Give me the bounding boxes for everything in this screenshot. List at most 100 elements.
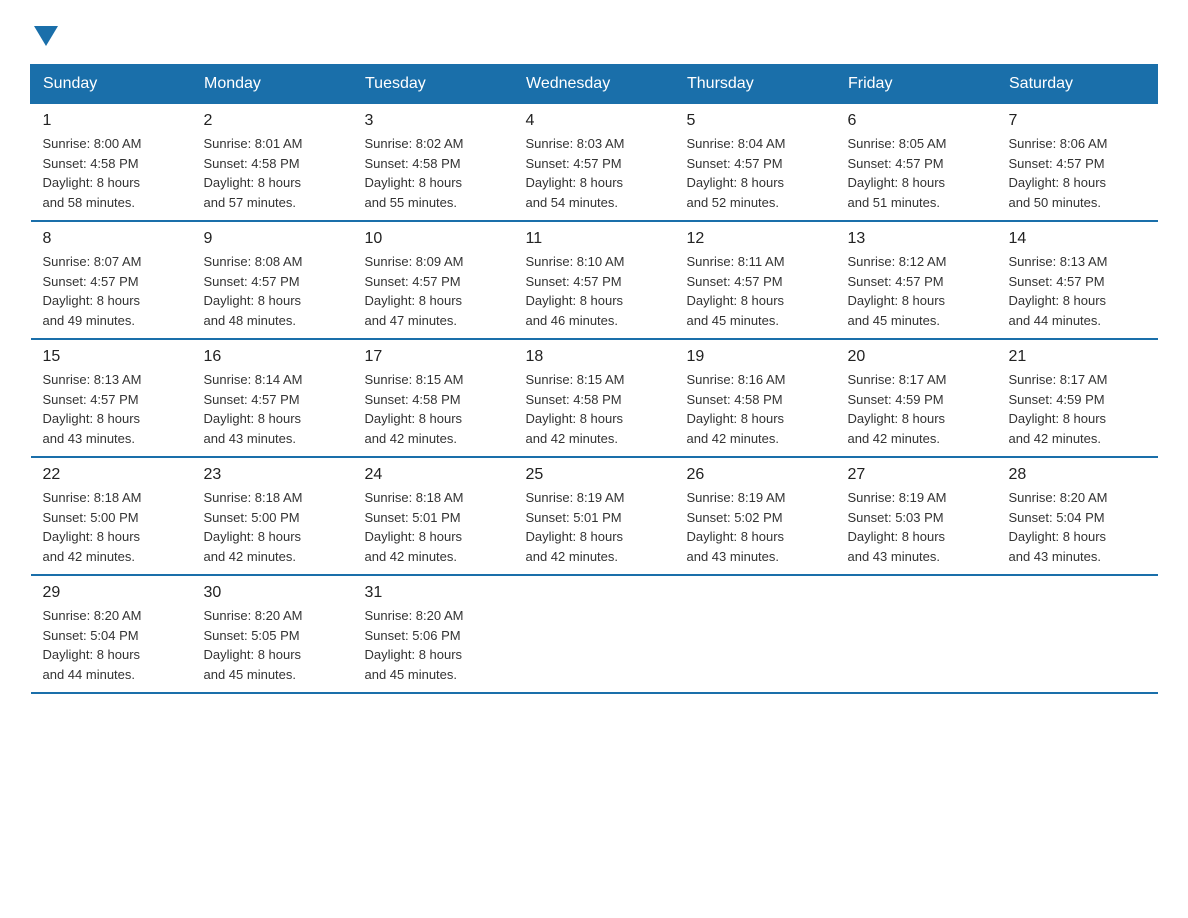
day-number: 11	[526, 230, 663, 248]
calendar-day-cell	[836, 575, 997, 693]
calendar-day-cell: 23 Sunrise: 8:18 AM Sunset: 5:00 PM Dayl…	[192, 457, 353, 575]
calendar-header: SundayMondayTuesdayWednesdayThursdayFrid…	[31, 65, 1158, 104]
calendar-day-cell: 29 Sunrise: 8:20 AM Sunset: 5:04 PM Dayl…	[31, 575, 192, 693]
calendar-day-cell: 26 Sunrise: 8:19 AM Sunset: 5:02 PM Dayl…	[675, 457, 836, 575]
calendar-day-cell	[675, 575, 836, 693]
day-info: Sunrise: 8:00 AM Sunset: 4:58 PM Dayligh…	[43, 134, 180, 212]
day-number: 20	[848, 348, 985, 366]
weekday-header: Tuesday	[353, 65, 514, 104]
calendar-week-row: 22 Sunrise: 8:18 AM Sunset: 5:00 PM Dayl…	[31, 457, 1158, 575]
calendar-day-cell: 25 Sunrise: 8:19 AM Sunset: 5:01 PM Dayl…	[514, 457, 675, 575]
page-header	[30, 20, 1158, 44]
calendar-week-row: 1 Sunrise: 8:00 AM Sunset: 4:58 PM Dayli…	[31, 104, 1158, 222]
day-info: Sunrise: 8:19 AM Sunset: 5:01 PM Dayligh…	[526, 488, 663, 566]
day-number: 19	[687, 348, 824, 366]
calendar-day-cell: 4 Sunrise: 8:03 AM Sunset: 4:57 PM Dayli…	[514, 104, 675, 222]
calendar-day-cell: 27 Sunrise: 8:19 AM Sunset: 5:03 PM Dayl…	[836, 457, 997, 575]
calendar-day-cell: 17 Sunrise: 8:15 AM Sunset: 4:58 PM Dayl…	[353, 339, 514, 457]
day-number: 8	[43, 230, 180, 248]
calendar-day-cell: 11 Sunrise: 8:10 AM Sunset: 4:57 PM Dayl…	[514, 221, 675, 339]
day-number: 6	[848, 112, 985, 130]
weekday-header: Sunday	[31, 65, 192, 104]
day-number: 28	[1009, 466, 1146, 484]
day-info: Sunrise: 8:20 AM Sunset: 5:05 PM Dayligh…	[204, 606, 341, 684]
day-number: 14	[1009, 230, 1146, 248]
weekday-header: Wednesday	[514, 65, 675, 104]
day-number: 24	[365, 466, 502, 484]
calendar-body: 1 Sunrise: 8:00 AM Sunset: 4:58 PM Dayli…	[31, 104, 1158, 694]
day-number: 16	[204, 348, 341, 366]
day-info: Sunrise: 8:08 AM Sunset: 4:57 PM Dayligh…	[204, 252, 341, 330]
day-number: 22	[43, 466, 180, 484]
day-number: 27	[848, 466, 985, 484]
day-number: 29	[43, 584, 180, 602]
calendar-table: SundayMondayTuesdayWednesdayThursdayFrid…	[30, 64, 1158, 694]
calendar-day-cell: 16 Sunrise: 8:14 AM Sunset: 4:57 PM Dayl…	[192, 339, 353, 457]
logo	[30, 20, 58, 44]
day-info: Sunrise: 8:13 AM Sunset: 4:57 PM Dayligh…	[43, 370, 180, 448]
day-info: Sunrise: 8:15 AM Sunset: 4:58 PM Dayligh…	[526, 370, 663, 448]
day-number: 25	[526, 466, 663, 484]
calendar-day-cell: 6 Sunrise: 8:05 AM Sunset: 4:57 PM Dayli…	[836, 104, 997, 222]
day-number: 1	[43, 112, 180, 130]
calendar-day-cell: 10 Sunrise: 8:09 AM Sunset: 4:57 PM Dayl…	[353, 221, 514, 339]
day-info: Sunrise: 8:13 AM Sunset: 4:57 PM Dayligh…	[1009, 252, 1146, 330]
calendar-day-cell: 5 Sunrise: 8:04 AM Sunset: 4:57 PM Dayli…	[675, 104, 836, 222]
day-number: 31	[365, 584, 502, 602]
day-info: Sunrise: 8:05 AM Sunset: 4:57 PM Dayligh…	[848, 134, 985, 212]
day-number: 23	[204, 466, 341, 484]
calendar-week-row: 29 Sunrise: 8:20 AM Sunset: 5:04 PM Dayl…	[31, 575, 1158, 693]
day-number: 21	[1009, 348, 1146, 366]
day-info: Sunrise: 8:20 AM Sunset: 5:06 PM Dayligh…	[365, 606, 502, 684]
day-number: 13	[848, 230, 985, 248]
calendar-day-cell	[997, 575, 1158, 693]
calendar-day-cell: 28 Sunrise: 8:20 AM Sunset: 5:04 PM Dayl…	[997, 457, 1158, 575]
day-info: Sunrise: 8:03 AM Sunset: 4:57 PM Dayligh…	[526, 134, 663, 212]
day-info: Sunrise: 8:17 AM Sunset: 4:59 PM Dayligh…	[848, 370, 985, 448]
logo-arrow-icon	[34, 26, 58, 46]
day-info: Sunrise: 8:07 AM Sunset: 4:57 PM Dayligh…	[43, 252, 180, 330]
calendar-day-cell: 13 Sunrise: 8:12 AM Sunset: 4:57 PM Dayl…	[836, 221, 997, 339]
day-info: Sunrise: 8:17 AM Sunset: 4:59 PM Dayligh…	[1009, 370, 1146, 448]
calendar-day-cell: 20 Sunrise: 8:17 AM Sunset: 4:59 PM Dayl…	[836, 339, 997, 457]
calendar-day-cell: 7 Sunrise: 8:06 AM Sunset: 4:57 PM Dayli…	[997, 104, 1158, 222]
day-number: 18	[526, 348, 663, 366]
day-info: Sunrise: 8:18 AM Sunset: 5:01 PM Dayligh…	[365, 488, 502, 566]
day-number: 4	[526, 112, 663, 130]
weekday-header: Thursday	[675, 65, 836, 104]
day-info: Sunrise: 8:10 AM Sunset: 4:57 PM Dayligh…	[526, 252, 663, 330]
day-info: Sunrise: 8:20 AM Sunset: 5:04 PM Dayligh…	[1009, 488, 1146, 566]
day-number: 9	[204, 230, 341, 248]
day-info: Sunrise: 8:11 AM Sunset: 4:57 PM Dayligh…	[687, 252, 824, 330]
calendar-day-cell: 19 Sunrise: 8:16 AM Sunset: 4:58 PM Dayl…	[675, 339, 836, 457]
calendar-day-cell: 2 Sunrise: 8:01 AM Sunset: 4:58 PM Dayli…	[192, 104, 353, 222]
day-info: Sunrise: 8:01 AM Sunset: 4:58 PM Dayligh…	[204, 134, 341, 212]
day-info: Sunrise: 8:20 AM Sunset: 5:04 PM Dayligh…	[43, 606, 180, 684]
day-info: Sunrise: 8:06 AM Sunset: 4:57 PM Dayligh…	[1009, 134, 1146, 212]
calendar-day-cell: 8 Sunrise: 8:07 AM Sunset: 4:57 PM Dayli…	[31, 221, 192, 339]
day-number: 7	[1009, 112, 1146, 130]
day-number: 3	[365, 112, 502, 130]
day-info: Sunrise: 8:16 AM Sunset: 4:58 PM Dayligh…	[687, 370, 824, 448]
calendar-day-cell: 3 Sunrise: 8:02 AM Sunset: 4:58 PM Dayli…	[353, 104, 514, 222]
calendar-day-cell: 1 Sunrise: 8:00 AM Sunset: 4:58 PM Dayli…	[31, 104, 192, 222]
day-info: Sunrise: 8:12 AM Sunset: 4:57 PM Dayligh…	[848, 252, 985, 330]
day-number: 2	[204, 112, 341, 130]
day-info: Sunrise: 8:18 AM Sunset: 5:00 PM Dayligh…	[204, 488, 341, 566]
day-number: 10	[365, 230, 502, 248]
day-info: Sunrise: 8:04 AM Sunset: 4:57 PM Dayligh…	[687, 134, 824, 212]
day-number: 12	[687, 230, 824, 248]
calendar-week-row: 8 Sunrise: 8:07 AM Sunset: 4:57 PM Dayli…	[31, 221, 1158, 339]
calendar-day-cell: 31 Sunrise: 8:20 AM Sunset: 5:06 PM Dayl…	[353, 575, 514, 693]
calendar-day-cell: 30 Sunrise: 8:20 AM Sunset: 5:05 PM Dayl…	[192, 575, 353, 693]
day-number: 26	[687, 466, 824, 484]
day-info: Sunrise: 8:18 AM Sunset: 5:00 PM Dayligh…	[43, 488, 180, 566]
day-info: Sunrise: 8:19 AM Sunset: 5:03 PM Dayligh…	[848, 488, 985, 566]
day-info: Sunrise: 8:02 AM Sunset: 4:58 PM Dayligh…	[365, 134, 502, 212]
day-number: 17	[365, 348, 502, 366]
weekday-header: Monday	[192, 65, 353, 104]
calendar-day-cell: 15 Sunrise: 8:13 AM Sunset: 4:57 PM Dayl…	[31, 339, 192, 457]
day-number: 5	[687, 112, 824, 130]
day-info: Sunrise: 8:19 AM Sunset: 5:02 PM Dayligh…	[687, 488, 824, 566]
calendar-day-cell: 12 Sunrise: 8:11 AM Sunset: 4:57 PM Dayl…	[675, 221, 836, 339]
